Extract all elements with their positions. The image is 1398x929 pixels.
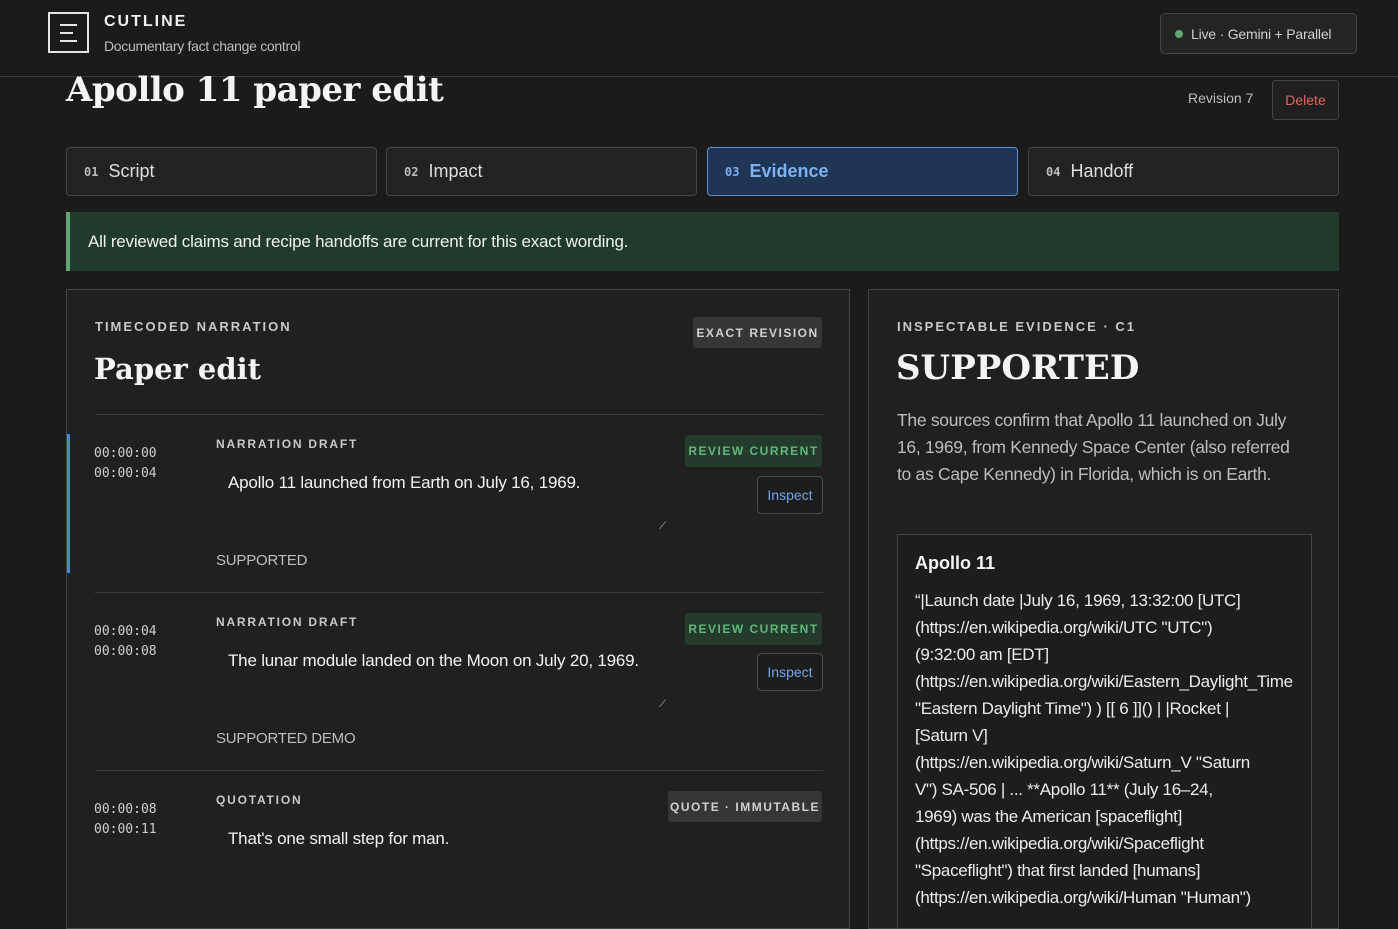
inspect-button[interactable]: Inspect bbox=[757, 476, 823, 514]
delete-button[interactable]: Delete bbox=[1272, 80, 1339, 120]
evidence-panel: INSPECTABLE EVIDENCE · C1 SUPPORTED The … bbox=[868, 289, 1339, 929]
menu-logo-icon[interactable] bbox=[48, 12, 89, 53]
brand-name: CUTLINE bbox=[104, 13, 188, 30]
status-dot-icon bbox=[1175, 29, 1183, 38]
live-status-badge: Live · Gemini + Parallel bbox=[1160, 13, 1357, 54]
tab-number: 04 bbox=[1046, 164, 1061, 179]
narration-panel: TIMECODED NARRATION Paper edit EXACT REV… bbox=[66, 289, 850, 929]
status-label: Live · Gemini + Parallel bbox=[1191, 25, 1332, 42]
tab-label: Impact bbox=[428, 161, 483, 181]
quotation-text: That's one small step for man. bbox=[228, 829, 450, 848]
verdict-label: SUPPORTED DEMO bbox=[216, 730, 356, 747]
timecode-start: 00:00:04 bbox=[94, 624, 157, 639]
exact-revision-badge: EXACT REVISION bbox=[693, 317, 822, 348]
narration-text-area[interactable]: Apollo 11 launched from Earth on July 16… bbox=[228, 470, 668, 496]
row-kind-label: NARRATION DRAFT bbox=[216, 615, 359, 629]
brand-subtitle: Documentary fact change control bbox=[104, 38, 301, 54]
narration-eyebrow: TIMECODED NARRATION bbox=[95, 319, 292, 334]
evidence-verdict: SUPPORTED bbox=[896, 348, 1140, 388]
timecode-end: 00:00:11 bbox=[94, 822, 157, 837]
tab-number: 01 bbox=[84, 164, 99, 179]
tab-label: Script bbox=[108, 161, 155, 181]
narration-row: 00:00:00 00:00:04 NARRATION DRAFT REVIEW… bbox=[67, 434, 849, 574]
narration-row: 00:00:08 00:00:11 QUOTATION QUOTE · IMMU… bbox=[67, 790, 849, 910]
divider bbox=[95, 770, 823, 771]
page-title: Apollo 11 paper edit bbox=[66, 70, 444, 110]
evidence-summary: The sources confirm that Apollo 11 launc… bbox=[897, 410, 1290, 484]
evidence-eyebrow: INSPECTABLE EVIDENCE · C1 bbox=[897, 319, 1137, 334]
timecode-start: 00:00:00 bbox=[94, 446, 157, 461]
tab-number: 02 bbox=[404, 164, 419, 179]
timecode-end: 00:00:08 bbox=[94, 644, 157, 659]
tab-label: Evidence bbox=[749, 161, 829, 181]
narration-row: 00:00:04 00:00:08 NARRATION DRAFT REVIEW… bbox=[67, 612, 849, 752]
divider bbox=[95, 414, 823, 415]
resize-handle-icon[interactable]: ⟋ bbox=[659, 521, 666, 532]
tab-script[interactable]: 01 Script bbox=[66, 147, 377, 196]
timecode-end: 00:00:04 bbox=[94, 466, 157, 481]
verdict-label: SUPPORTED bbox=[216, 552, 308, 569]
tab-handoff[interactable]: 04 Handoff bbox=[1028, 147, 1339, 196]
active-row-indicator bbox=[67, 434, 70, 573]
quote-immutable-badge: QUOTE · IMMUTABLE bbox=[668, 791, 822, 822]
row-kind-label: NARRATION DRAFT bbox=[216, 437, 359, 451]
source-title: Apollo 11 bbox=[915, 553, 996, 573]
divider bbox=[95, 592, 823, 593]
timecode-start: 00:00:08 bbox=[94, 802, 157, 817]
source-excerpt: “|Launch date |July 16, 1969, 13:32:00 [… bbox=[915, 591, 1293, 907]
narration-title: Paper edit bbox=[94, 352, 262, 386]
revision-label: Revision 7 bbox=[1188, 90, 1254, 106]
status-banner: All reviewed claims and recipe handoffs … bbox=[66, 212, 1339, 271]
tab-number: 03 bbox=[725, 164, 740, 179]
source-card: Apollo 11 “|Launch date |July 16, 1969, … bbox=[897, 534, 1312, 928]
review-current-badge: REVIEW CURRENT bbox=[685, 613, 822, 645]
narration-text-area[interactable]: The lunar module landed on the Moon on J… bbox=[228, 648, 668, 674]
tab-impact[interactable]: 02 Impact bbox=[386, 147, 697, 196]
review-current-badge: REVIEW CURRENT bbox=[685, 435, 822, 467]
row-kind-label: QUOTATION bbox=[216, 793, 303, 807]
resize-handle-icon[interactable]: ⟋ bbox=[659, 699, 666, 710]
top-bar: CUTLINE Documentary fact change control … bbox=[0, 0, 1398, 77]
tab-label: Handoff bbox=[1070, 161, 1134, 181]
inspect-button[interactable]: Inspect bbox=[757, 653, 823, 691]
tab-evidence[interactable]: 03 Evidence bbox=[707, 147, 1018, 196]
